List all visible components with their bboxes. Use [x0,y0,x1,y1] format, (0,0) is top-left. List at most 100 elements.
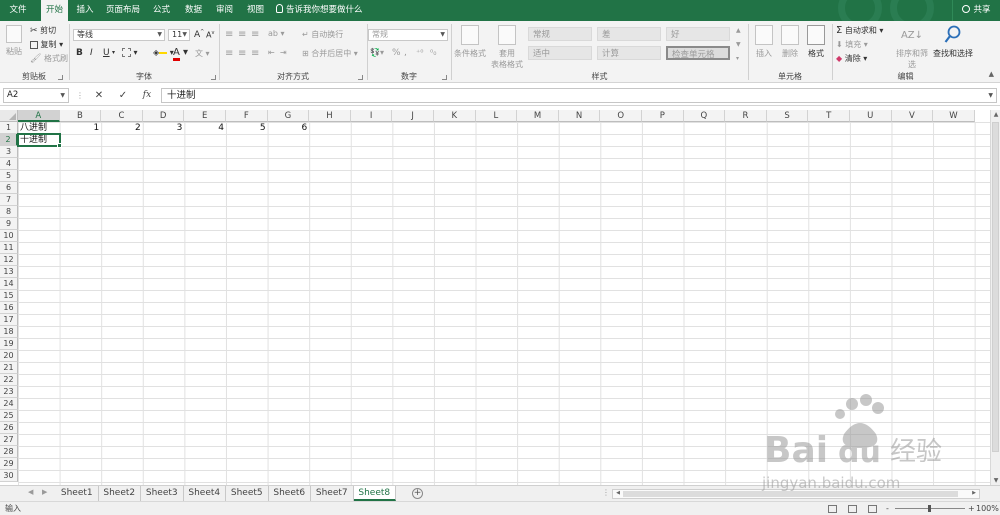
confirm-entry-button[interactable]: ✓ [114,88,132,103]
percent-button[interactable]: % [392,48,401,58]
row-header-20[interactable]: 20 [0,350,18,362]
delete-cells-button[interactable]: 删除 [778,25,802,59]
zoom-out-button[interactable]: - [886,502,889,515]
shrink-font-button[interactable]: Av [206,30,214,40]
increase-indent-button[interactable]: ⇥ [280,48,287,57]
row-header-29[interactable]: 29 [0,458,18,470]
orientation-button[interactable]: ab ▾ [268,29,285,38]
border-button[interactable]: ▾ [122,48,138,57]
column-header-u[interactable]: U [850,110,892,122]
column-header-p[interactable]: P [642,110,684,122]
sheet-tab-sheet7[interactable]: Sheet7 [311,486,354,501]
font-size-select[interactable]: 11 ▼ [168,29,190,41]
insert-cells-button[interactable]: 插入 [752,25,776,59]
page-break-view-icon[interactable] [868,505,877,513]
row-header-27[interactable]: 27 [0,434,18,446]
prev-sheet-icon[interactable]: ◀ [28,488,33,496]
column-header-t[interactable]: T [808,110,850,122]
row-header-24[interactable]: 24 [0,398,18,410]
formula-input[interactable]: 十进制 ▼ [161,88,997,103]
horizontal-scrollbar[interactable]: ◀ ▶ [612,489,980,499]
row-header-7[interactable]: 7 [0,194,18,206]
number-format-select[interactable]: 常规 ▼ [368,29,448,41]
column-header-w[interactable]: W [933,110,975,122]
phonetic-button[interactable]: 文 ▾ [195,48,210,59]
cancel-entry-button[interactable]: ✕ [90,88,108,103]
tab-data[interactable]: 数据 [181,0,206,21]
chevron-down-icon[interactable]: ▼ [736,41,741,48]
dialog-launcher-icon[interactable] [58,75,63,80]
row-header-25[interactable]: 25 [0,410,18,422]
scroll-right-icon[interactable]: ▶ [969,490,979,496]
name-box[interactable]: A2 ▼ [3,88,69,103]
cell-area[interactable] [18,122,990,485]
cell-f1[interactable]: 5 [226,122,268,134]
cell-d1[interactable]: 3 [143,122,185,134]
column-header-c[interactable]: C [101,110,143,122]
collapse-ribbon-icon[interactable]: ▲ [989,70,994,78]
style-good[interactable]: 好 [666,27,730,41]
style-calculation[interactable]: 计算 [597,46,661,60]
vertical-scroll-thumb[interactable] [992,122,999,452]
row-header-23[interactable]: 23 [0,386,18,398]
chevron-up-icon[interactable]: ▲ [736,27,741,34]
horizontal-scroll-thumb[interactable] [623,491,958,497]
zoom-slider-knob[interactable] [928,505,931,512]
format-as-table-button[interactable]: 套用 表格格式 [490,25,524,70]
column-header-a[interactable]: A [18,110,60,122]
row-header-15[interactable]: 15 [0,290,18,302]
sheet-tab-sheet8[interactable]: Sheet8 [353,486,396,501]
chevron-down-icon[interactable]: ▾ [112,49,115,56]
zoom-slider[interactable] [895,505,965,512]
autosum-button[interactable]: Σ 自动求和 ▾ [836,25,883,36]
row-header-28[interactable]: 28 [0,446,18,458]
paste-button[interactable]: 粘贴 [3,25,25,57]
top-align-button[interactable]: ≡ [225,29,233,40]
more-styles-icon[interactable]: ▾ [736,55,739,62]
column-header-n[interactable]: N [558,110,601,122]
sheet-tab-sheet1[interactable]: Sheet1 [56,486,99,501]
row-header-14[interactable]: 14 [0,278,18,290]
column-header-v[interactable]: V [891,110,934,122]
row-header-2[interactable]: 2 [0,134,18,146]
row-header-4[interactable]: 4 [0,158,18,170]
decrease-decimal-button[interactable]: ⁰₀ [430,48,436,57]
row-header-17[interactable]: 17 [0,314,18,326]
insert-function-button[interactable]: fx [138,88,156,103]
normal-view-icon[interactable] [828,505,837,513]
zoom-in-button[interactable]: + [968,502,975,515]
select-all-button[interactable] [0,110,18,122]
align-left-button[interactable]: ≡ [225,48,233,59]
column-header-o[interactable]: O [600,110,642,122]
wrap-text-button[interactable]: ↵ 自动换行 [302,29,343,40]
row-header-26[interactable]: 26 [0,422,18,434]
tab-review[interactable]: 审阅 [212,0,237,21]
cell-c1[interactable]: 2 [101,122,143,134]
share-button[interactable]: 共享 [952,0,1000,21]
row-header-1[interactable]: 1 [0,122,18,134]
tell-me-box[interactable]: 告诉我你想要做什么 [276,0,363,21]
spreadsheet-grid[interactable]: ABCDEFGHIJKLMNOPQRSTUVW 1 2 3 4 5 6 7 8 9 10 11 12 1… [0,110,990,485]
column-header-q[interactable]: Q [683,110,726,122]
row-header-10[interactable]: 10 [0,230,18,242]
next-sheet-icon[interactable]: ▶ [42,488,47,496]
row-header-6[interactable]: 6 [0,182,18,194]
row-header-3[interactable]: 3 [0,146,18,158]
fill-color-button[interactable]: ◈ ▾ [153,48,174,57]
style-check-cell[interactable]: 检查单元格 [666,46,730,60]
merge-center-button[interactable]: ⊞ 合并后居中 ▾ [302,48,358,59]
increase-decimal-button[interactable]: ⁺⁰ [416,48,423,57]
grow-font-button[interactable]: A^ [194,29,204,40]
active-cell-selection[interactable] [17,133,62,148]
scroll-left-icon[interactable]: ◀ [613,490,623,496]
style-neutral[interactable]: 适中 [528,46,592,60]
decrease-indent-button[interactable]: ⇤ [268,48,275,57]
cell-e1[interactable]: 4 [184,122,226,134]
cell-g1[interactable]: 6 [268,122,310,134]
font-color-button[interactable]: A ▾ [173,47,188,61]
sheet-tab-sheet3[interactable]: Sheet3 [141,486,184,501]
column-header-e[interactable]: E [184,110,226,122]
align-right-button[interactable]: ≡ [251,48,259,59]
sheet-tab-sheet6[interactable]: Sheet6 [269,486,311,501]
dialog-launcher-icon[interactable] [211,75,216,80]
